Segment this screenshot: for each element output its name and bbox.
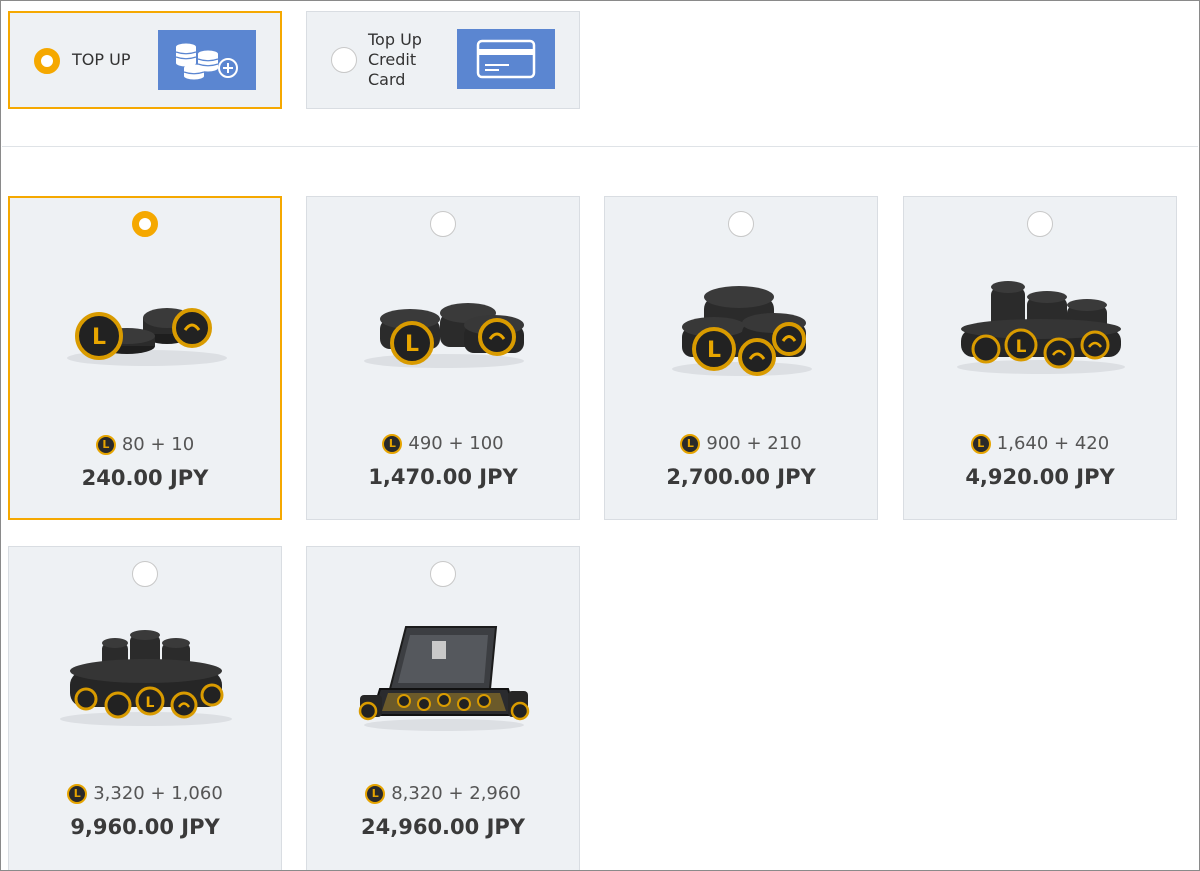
amount-text: 490 + 100: [408, 433, 504, 454]
topup-panel: TOP UP Top Up Credit Card L L 80 + 10 24…: [0, 0, 1200, 871]
package-card[interactable]: L L 1,640 + 420 4,920.00 JPY: [903, 196, 1177, 520]
l-coin-icon: L: [95, 434, 116, 455]
svg-text:L: L: [146, 695, 155, 711]
l-coin-icon: L: [680, 433, 701, 454]
package-radio[interactable]: [430, 211, 456, 237]
package-price: 2,700.00 JPY: [666, 465, 816, 489]
package-amount: L 3,320 + 1,060: [9, 783, 281, 804]
package-card[interactable]: L 8,320 + 2,960 24,960.00 JPY: [306, 546, 580, 870]
package-radio[interactable]: [728, 211, 754, 237]
payment-method-credit-card[interactable]: Top Up Credit Card: [306, 11, 580, 109]
package-card[interactable]: L L 900 + 210 2,700.00 JPY: [604, 196, 878, 520]
payment-method-label: Top Up Credit Card: [368, 30, 422, 89]
package-amount: L 900 + 210: [605, 433, 877, 454]
l-coin-icon: L: [365, 783, 386, 804]
package-amount: L 490 + 100: [307, 433, 579, 454]
package-price: 24,960.00 JPY: [361, 815, 525, 839]
package-card[interactable]: L L 80 + 10 240.00 JPY: [8, 196, 282, 520]
package-card[interactable]: L L 490 + 100 1,470.00 JPY: [306, 196, 580, 520]
package-card[interactable]: L L 3,320 + 1,060 9,960.00 JPY: [8, 546, 282, 870]
amount-text: 80 + 10: [121, 434, 195, 455]
coin-stacks-icon: L: [364, 303, 524, 368]
amount-text: 3,320 + 1,060: [93, 783, 223, 804]
package-amount: L 8,320 + 2,960: [307, 783, 579, 804]
svg-text:L: L: [1016, 337, 1027, 357]
l-coin-icon: L: [67, 783, 88, 804]
large-coin-heap-icon: L: [957, 281, 1125, 374]
package-radio[interactable]: [132, 561, 158, 587]
package-radio[interactable]: [430, 561, 456, 587]
package-radio[interactable]: [132, 211, 158, 237]
package-amount: L 80 + 10: [10, 434, 280, 455]
package-amount: L 1,640 + 420: [904, 433, 1176, 454]
section-divider: [2, 146, 1198, 147]
svg-text:L: L: [92, 325, 106, 350]
amount-text: 8,320 + 2,960: [391, 783, 521, 804]
small-coin-pile-icon: L: [67, 308, 227, 366]
coins-plus-icon: [158, 30, 256, 90]
huge-coin-pile-icon: L: [60, 630, 232, 726]
package-radio[interactable]: [1027, 211, 1053, 237]
coin-heap-icon: L: [672, 286, 812, 376]
package-price: 9,960.00 JPY: [70, 815, 220, 839]
credit-card-icon: [457, 29, 555, 89]
coin-briefcase-icon: [358, 626, 530, 731]
l-coin-icon: L: [382, 433, 403, 454]
svg-text:L: L: [707, 338, 721, 363]
radio-credit-card[interactable]: [331, 47, 357, 73]
package-price: 4,920.00 JPY: [965, 465, 1115, 489]
package-price: 1,470.00 JPY: [368, 465, 518, 489]
amount-text: 1,640 + 420: [996, 433, 1110, 454]
package-price: 240.00 JPY: [81, 466, 209, 490]
radio-topup[interactable]: [34, 48, 60, 74]
payment-method-topup[interactable]: TOP UP: [8, 11, 282, 109]
svg-text:L: L: [405, 332, 419, 357]
payment-method-label: TOP UP: [72, 50, 131, 69]
l-coin-icon: L: [970, 433, 991, 454]
amount-text: 900 + 210: [706, 433, 802, 454]
